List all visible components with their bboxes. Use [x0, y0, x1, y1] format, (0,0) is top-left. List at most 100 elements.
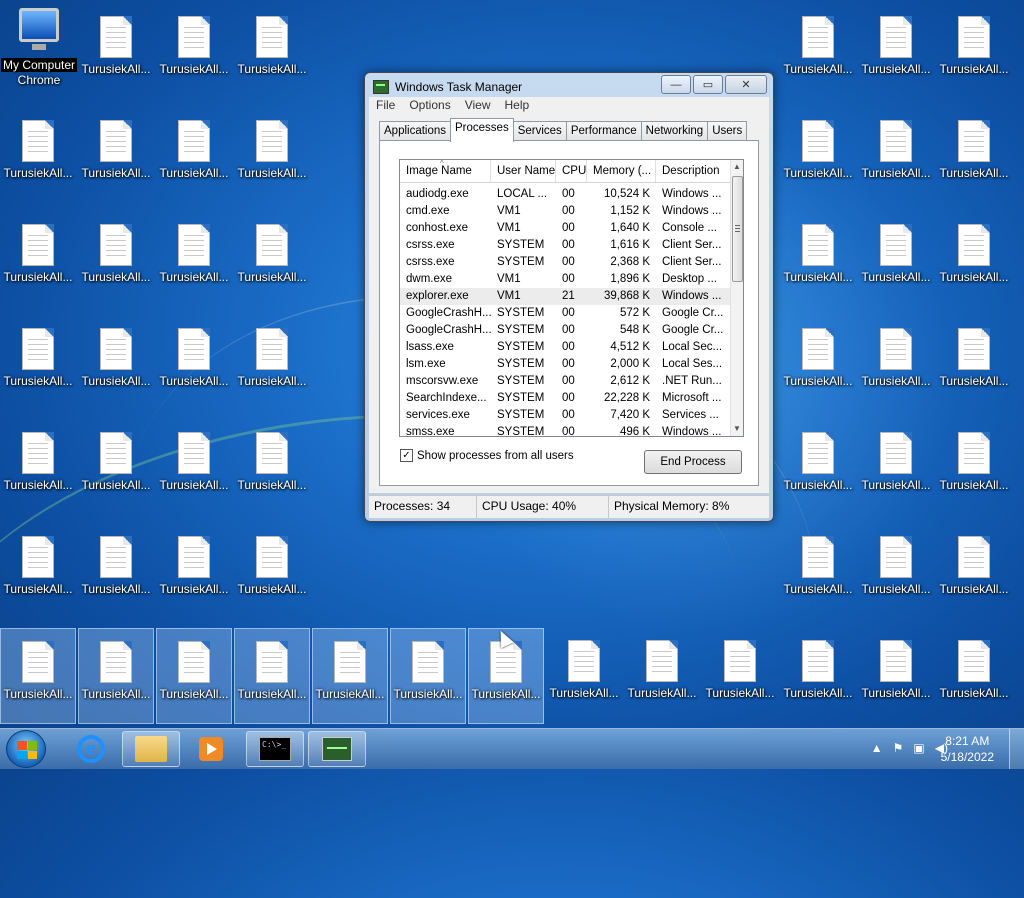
desktop-file-icon[interactable]: TurusiekAll... — [936, 4, 1012, 100]
desktop-file-icon[interactable]: TurusiekAll... — [702, 628, 778, 724]
desktop-file-icon[interactable]: TurusiekAll... — [234, 524, 310, 620]
network-icon[interactable]: ▣ — [913, 741, 924, 755]
minimize-button[interactable]: — — [661, 75, 691, 94]
process-list[interactable]: ^ Image Name User Name CPU Memory (... De… — [399, 159, 744, 437]
desktop-file-icon[interactable]: TurusiekAll... — [390, 628, 466, 724]
process-row[interactable]: GoogleCrashH... SYSTEM 00 572 K Google Cr... — [400, 305, 733, 322]
end-process-button[interactable]: End Process — [644, 450, 742, 474]
desktop-file-icon[interactable]: TurusiekAll... — [858, 628, 934, 724]
close-button[interactable]: ✕ — [725, 75, 767, 94]
desktop-file-icon[interactable]: TurusiekAll... — [234, 628, 310, 724]
show-all-users-checkbox[interactable]: ✓ Show processes from all users — [400, 449, 574, 462]
desktop-file-icon[interactable]: TurusiekAll... — [858, 212, 934, 308]
desktop-file-icon[interactable]: TurusiekAll... — [780, 524, 856, 620]
start-button[interactable] — [6, 730, 46, 768]
process-row[interactable]: lsm.exe SYSTEM 00 2,000 K Local Ses... — [400, 356, 733, 373]
action-center-flag-icon[interactable]: ⚑ — [893, 741, 904, 755]
taskbar-internet-explorer[interactable]: e — [62, 731, 120, 767]
desktop-file-icon[interactable]: TurusiekAll... — [156, 108, 232, 204]
menu-help[interactable]: Help — [498, 97, 537, 115]
desktop-file-icon[interactable]: TurusiekAll... — [936, 108, 1012, 204]
my-computer-icon[interactable]: My Computer Chrome — [0, 0, 78, 96]
desktop-file-icon[interactable]: TurusiekAll... — [0, 212, 76, 308]
desktop-file-icon[interactable]: TurusiekAll... — [78, 628, 154, 724]
desktop-file-icon[interactable]: TurusiekAll... — [780, 420, 856, 516]
desktop-file-icon[interactable]: TurusiekAll... — [156, 524, 232, 620]
col-image-name[interactable]: ^ Image Name — [400, 160, 491, 182]
desktop-file-icon[interactable]: TurusiekAll... — [858, 524, 934, 620]
process-row[interactable]: mscorsvw.exe SYSTEM 00 2,612 K .NET Run... — [400, 373, 733, 390]
tab-services[interactable]: Services — [512, 121, 567, 142]
desktop-file-icon[interactable]: TurusiekAll... — [858, 316, 934, 412]
desktop-file-icon[interactable]: TurusiekAll... — [780, 108, 856, 204]
checkbox-icon[interactable]: ✓ — [400, 449, 413, 462]
process-row[interactable]: services.exe SYSTEM 00 7,420 K Services ... — [400, 407, 733, 424]
process-row[interactable]: csrss.exe SYSTEM 00 2,368 K Client Ser... — [400, 254, 733, 271]
desktop-file-icon[interactable]: TurusiekAll... — [858, 420, 934, 516]
desktop-file-icon[interactable]: TurusiekAll... — [0, 108, 76, 204]
col-description[interactable]: Description — [656, 160, 733, 182]
desktop-file-icon[interactable]: TurusiekAll... — [624, 628, 700, 724]
tab-networking[interactable]: Networking — [640, 121, 709, 142]
desktop-file-icon[interactable]: TurusiekAll... — [936, 420, 1012, 516]
desktop-file-icon[interactable]: TurusiekAll... — [78, 524, 154, 620]
desktop-file-icon[interactable]: TurusiekAll... — [936, 212, 1012, 308]
desktop-file-icon[interactable]: TurusiekAll... — [780, 628, 856, 724]
process-row[interactable]: conhost.exe VM1 00 1,640 K Console ... — [400, 220, 733, 237]
title-bar[interactable]: Windows Task Manager — [373, 77, 522, 97]
tab-applications[interactable]: Applications — [379, 121, 452, 142]
menu-view[interactable]: View — [458, 97, 498, 115]
tab-processes[interactable]: Processes — [450, 118, 514, 142]
desktop-file-icon[interactable]: TurusiekAll... — [780, 316, 856, 412]
taskbar-task-manager[interactable] — [308, 731, 366, 767]
desktop-file-icon[interactable]: TurusiekAll... — [156, 316, 232, 412]
scroll-thumb[interactable] — [732, 176, 743, 282]
scroll-up-icon[interactable]: ▲ — [731, 160, 743, 174]
desktop-file-icon[interactable]: TurusiekAll... — [0, 316, 76, 412]
desktop-file-icon[interactable]: TurusiekAll... — [156, 628, 232, 724]
desktop-file-icon[interactable]: TurusiekAll... — [936, 316, 1012, 412]
desktop-file-icon[interactable]: TurusiekAll... — [936, 628, 1012, 724]
tab-users[interactable]: Users — [707, 121, 748, 142]
col-cpu[interactable]: CPU — [556, 160, 587, 182]
desktop-file-icon[interactable]: TurusiekAll... — [78, 212, 154, 308]
process-row[interactable]: smss.exe SYSTEM 00 496 K Windows ... — [400, 424, 733, 436]
menu-options[interactable]: Options — [402, 97, 457, 115]
desktop-file-icon[interactable]: TurusiekAll... — [234, 108, 310, 204]
taskbar-explorer[interactable] — [122, 731, 180, 767]
process-row[interactable]: csrss.exe SYSTEM 00 1,616 K Client Ser... — [400, 237, 733, 254]
menu-file[interactable]: File — [369, 97, 402, 115]
desktop-file-icon[interactable]: TurusiekAll... — [546, 628, 622, 724]
show-hidden-icons-icon[interactable]: ▲ — [871, 741, 883, 755]
tab-performance[interactable]: Performance — [565, 121, 642, 142]
desktop-file-icon[interactable]: TurusiekAll... — [234, 4, 310, 100]
process-row[interactable]: SearchIndexe... SYSTEM 00 22,228 K Microsoft… — [400, 390, 733, 407]
desktop-file-icon[interactable]: TurusiekAll... — [78, 108, 154, 204]
process-row[interactable]: GoogleCrashH... SYSTEM 00 548 K Google Cr... — [400, 322, 733, 339]
desktop-file-icon[interactable]: TurusiekAll... — [78, 4, 154, 100]
process-row[interactable]: lsass.exe SYSTEM 00 4,512 K Local Sec... — [400, 339, 733, 356]
taskbar-command-prompt[interactable]: C:\>_ — [246, 731, 304, 767]
desktop-file-icon[interactable]: TurusiekAll... — [234, 420, 310, 516]
desktop-file-icon[interactable]: TurusiekAll... — [858, 108, 934, 204]
process-row[interactable]: dwm.exe VM1 00 1,896 K Desktop ... — [400, 271, 733, 288]
desktop-file-icon[interactable]: TurusiekAll... — [234, 212, 310, 308]
show-desktop-button[interactable] — [1009, 729, 1024, 769]
desktop-file-icon[interactable]: TurusiekAll... — [780, 212, 856, 308]
task-manager-window[interactable]: Windows Task Manager — ▭ ✕ File Options … — [364, 72, 774, 522]
clock[interactable]: 8:21 AM 5/18/2022 — [941, 733, 994, 765]
vertical-scrollbar[interactable]: ▲ ▼ — [730, 160, 743, 436]
process-row[interactable]: explorer.exe VM1 21 39,868 K Windows ... — [400, 288, 733, 305]
desktop-file-icon[interactable]: TurusiekAll... — [156, 4, 232, 100]
desktop-file-icon[interactable]: TurusiekAll... — [858, 4, 934, 100]
desktop-file-icon[interactable]: TurusiekAll... — [0, 524, 76, 620]
desktop-file-icon[interactable]: TurusiekAll... — [156, 212, 232, 308]
col-user-name[interactable]: User Name — [491, 160, 556, 182]
desktop-file-icon[interactable]: TurusiekAll... — [78, 316, 154, 412]
col-memory[interactable]: Memory (... — [587, 160, 656, 182]
desktop-file-icon[interactable]: TurusiekAll... — [156, 420, 232, 516]
desktop-file-icon[interactable]: TurusiekAll... — [78, 420, 154, 516]
process-row[interactable]: cmd.exe VM1 00 1,152 K Windows ... — [400, 203, 733, 220]
desktop-file-icon[interactable]: TurusiekAll... — [780, 4, 856, 100]
taskbar-media-player[interactable] — [182, 731, 240, 767]
